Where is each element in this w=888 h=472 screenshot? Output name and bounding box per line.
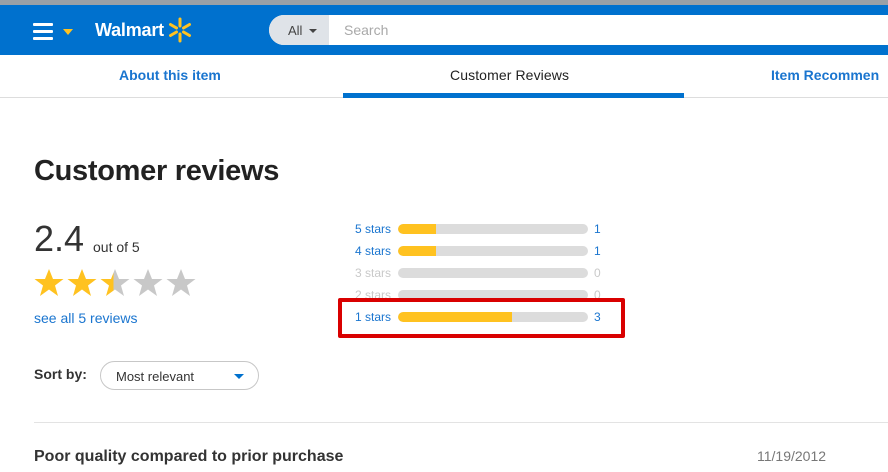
histogram-label: 5 stars [355, 222, 392, 236]
menu-icon[interactable] [33, 23, 53, 40]
histogram-row-3-stars: 3 stars 0 [355, 264, 615, 282]
spark-icon [169, 17, 191, 43]
histogram-bar [398, 268, 588, 278]
active-tab-indicator [343, 93, 684, 98]
histogram-count: 1 [594, 244, 601, 258]
divider [34, 422, 888, 423]
star-full-icon [34, 269, 64, 296]
histogram-label: 4 stars [355, 244, 392, 258]
star-empty-icon [166, 269, 196, 296]
tab-about-this-item[interactable]: About this item [119, 67, 221, 83]
highlight-box [338, 298, 625, 338]
histogram-bar-fill [398, 246, 436, 256]
tab-bar: About this item Customer Reviews Item Re… [0, 55, 888, 98]
average-rating: 2.4 [34, 218, 85, 259]
histogram-bar-fill [398, 224, 436, 234]
histogram-label: 3 stars [355, 266, 392, 280]
star-half-icon [100, 269, 130, 296]
histogram-bar [398, 224, 588, 234]
star-full-icon [67, 269, 97, 296]
search-input[interactable] [329, 15, 888, 45]
sort-selected-value: Most relevant [116, 369, 195, 384]
review-title: Poor quality compared to prior purchase [34, 448, 344, 465]
search-category-select[interactable]: All [269, 15, 329, 45]
review-date: 11/19/2012 [757, 448, 827, 464]
search-bar: All [269, 15, 888, 45]
search-category-label: All [288, 23, 303, 38]
chevron-down-icon[interactable] [63, 29, 73, 35]
page-title: Customer reviews [34, 155, 280, 187]
histogram-bar [398, 246, 588, 256]
tab-customer-reviews[interactable]: Customer Reviews [450, 67, 569, 83]
sort-label: Sort by: [34, 366, 87, 382]
histogram-row-4-stars[interactable]: 4 stars 1 [355, 242, 615, 260]
histogram-count: 0 [594, 266, 601, 280]
histogram-row-5-stars[interactable]: 5 stars 1 [355, 220, 615, 238]
site-header: Walmart All [0, 5, 888, 55]
rating-scale-text: out of 5 [93, 239, 140, 255]
sort-select[interactable]: Most relevant [100, 361, 259, 390]
histogram-count: 1 [594, 222, 601, 236]
tab-item-recommendations[interactable]: Item Recommen [771, 67, 879, 83]
caret-down-icon [309, 29, 317, 33]
caret-down-icon [234, 374, 244, 379]
see-all-reviews-link[interactable]: see all 5 reviews [34, 310, 138, 326]
star-empty-icon [133, 269, 163, 296]
walmart-logo[interactable]: Walmart [95, 20, 164, 41]
